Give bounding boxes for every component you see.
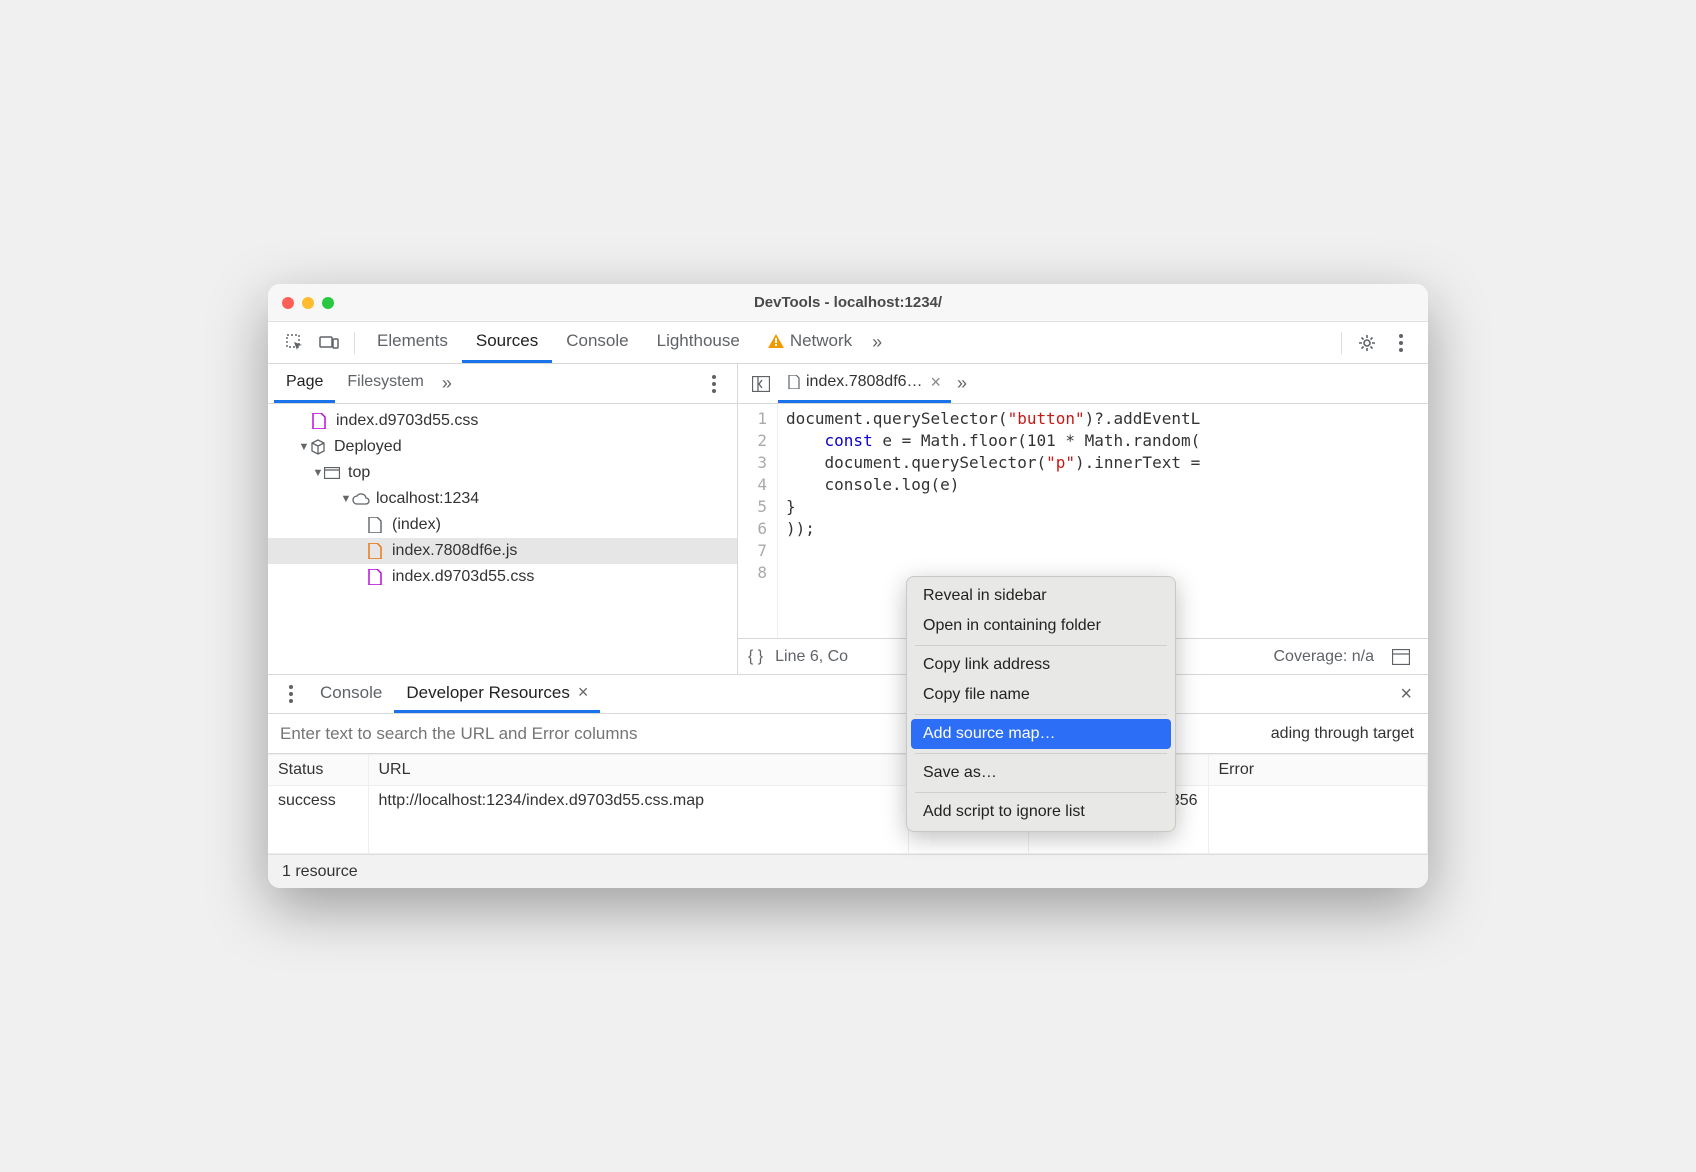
drawer-kebab-icon[interactable] xyxy=(280,683,302,705)
frame-icon xyxy=(324,467,342,479)
inspect-element-icon[interactable] xyxy=(284,332,306,354)
resource-count: 1 resource xyxy=(282,863,358,881)
toggle-navigator-icon[interactable] xyxy=(750,373,772,395)
tree-label: index.d9703d55.css xyxy=(392,568,534,586)
tree-label: (index) xyxy=(392,516,441,534)
drawer-search-row: ading through target xyxy=(268,714,1428,754)
cm-separator xyxy=(915,753,1167,754)
drawer-loading-label: ading through target xyxy=(1257,725,1428,743)
table-row[interactable]: success http://localhost:1234/index.d970… xyxy=(268,786,1428,854)
cube-icon xyxy=(310,439,328,455)
drawer-tab-console[interactable]: Console xyxy=(308,675,394,713)
file-icon xyxy=(788,375,800,389)
cm-reveal-in-sidebar[interactable]: Reveal in sidebar xyxy=(907,581,1175,611)
maximize-window-button[interactable] xyxy=(322,297,334,309)
navigator-panel: Page Filesystem » index.d9703d55.css ▼ D… xyxy=(268,364,738,674)
chevron-down-icon: ▼ xyxy=(298,441,310,453)
tab-network-label: Network xyxy=(790,331,852,351)
main-tab-strip: Elements Sources Console Lighthouse Netw… xyxy=(268,322,1428,364)
drawer-status-bar: 1 resource xyxy=(268,854,1428,888)
editor-tab-filename: index.7808df6… xyxy=(806,373,923,391)
tree-file-index[interactable]: (index) xyxy=(268,512,737,538)
drawer-tab-strip: Console Developer Resources × × xyxy=(268,674,1428,714)
table-header-row: Status URL Error xyxy=(268,755,1428,786)
file-js-icon xyxy=(368,543,386,559)
col-error[interactable]: Error xyxy=(1208,755,1428,786)
cm-separator xyxy=(915,714,1167,715)
window-title: DevTools - localhost:1234/ xyxy=(268,294,1428,311)
cm-save-as[interactable]: Save as… xyxy=(907,758,1175,788)
editor-gutter: 1 2 3 4 5 6 7 8 xyxy=(738,404,778,638)
resources-table: Status URL Error success http://localhos… xyxy=(268,754,1428,854)
navigator-tabs: Page Filesystem » xyxy=(268,364,737,404)
tab-elements[interactable]: Elements xyxy=(363,322,462,363)
tree-label: top xyxy=(348,464,370,482)
cm-copy-link-address[interactable]: Copy link address xyxy=(907,650,1175,680)
drawer-tab-close-icon[interactable]: × xyxy=(578,682,589,703)
tree-file-css-top[interactable]: index.d9703d55.css xyxy=(268,408,737,434)
coverage-status: Coverage: n/a xyxy=(1273,648,1374,666)
device-toolbar-icon[interactable] xyxy=(318,332,340,354)
tree-label: index.7808df6e.js xyxy=(392,542,517,560)
divider xyxy=(354,332,355,354)
cm-open-containing-folder[interactable]: Open in containing folder xyxy=(907,611,1175,641)
cm-copy-file-name[interactable]: Copy file name xyxy=(907,680,1175,710)
tab-console[interactable]: Console xyxy=(552,322,642,363)
tab-network[interactable]: Network xyxy=(754,322,866,363)
tree-label: localhost:1234 xyxy=(376,490,479,508)
tree-label: Deployed xyxy=(334,438,402,456)
nav-kebab-icon[interactable] xyxy=(703,373,725,395)
warning-icon xyxy=(768,334,784,348)
tree-label: index.d9703d55.css xyxy=(336,412,478,430)
close-window-button[interactable] xyxy=(282,297,294,309)
drawer-body: ading through target Status URL Error su… xyxy=(268,714,1428,854)
col-status[interactable]: Status xyxy=(268,755,368,786)
col-url[interactable]: URL xyxy=(368,755,908,786)
cell-url: http://localhost:1234/index.d9703d55.css… xyxy=(368,786,908,854)
sidebar-toggle-icon[interactable] xyxy=(1390,646,1412,668)
more-tabs-chevron[interactable]: » xyxy=(866,332,888,353)
chevron-down-icon: ▼ xyxy=(312,467,324,479)
tree-domain[interactable]: ▼ localhost:1234 xyxy=(268,486,737,512)
file-tree: index.d9703d55.css ▼ Deployed ▼ top ▼ lo… xyxy=(268,404,737,674)
drawer-close-icon[interactable]: × xyxy=(1400,683,1412,706)
kebab-menu-icon[interactable] xyxy=(1390,332,1412,354)
tab-sources[interactable]: Sources xyxy=(462,322,552,363)
editor-tab-close-icon[interactable]: × xyxy=(931,372,942,393)
divider xyxy=(1341,332,1342,354)
devtools-window: DevTools - localhost:1234/ Elements Sour… xyxy=(268,284,1428,888)
cm-add-source-map[interactable]: Add source map… xyxy=(911,719,1171,749)
nav-more-chevron[interactable]: » xyxy=(436,373,458,394)
minimize-window-button[interactable] xyxy=(302,297,314,309)
drawer-tab-developer-resources[interactable]: Developer Resources × xyxy=(394,675,600,713)
cm-add-to-ignore-list[interactable]: Add script to ignore list xyxy=(907,797,1175,827)
chevron-down-icon: ▼ xyxy=(340,493,352,505)
drawer-tab-label: Developer Resources xyxy=(406,683,569,703)
settings-icon[interactable] xyxy=(1356,332,1378,354)
cloud-icon xyxy=(352,493,370,505)
traffic-lights xyxy=(282,297,334,309)
editor-more-tabs-chevron[interactable]: » xyxy=(951,373,973,394)
tree-file-css[interactable]: index.d9703d55.css xyxy=(268,564,737,590)
tab-lighthouse[interactable]: Lighthouse xyxy=(643,322,754,363)
cursor-position: Line 6, Co xyxy=(775,648,848,666)
tree-deployed[interactable]: ▼ Deployed xyxy=(268,434,737,460)
content-area: Page Filesystem » index.d9703d55.css ▼ D… xyxy=(268,364,1428,674)
cell-error xyxy=(1208,786,1428,854)
titlebar: DevTools - localhost:1234/ xyxy=(268,284,1428,322)
nav-tab-filesystem[interactable]: Filesystem xyxy=(335,364,435,403)
file-css-icon xyxy=(312,413,330,429)
editor-tabs: index.7808df6… × » xyxy=(738,364,1428,404)
file-css-icon xyxy=(368,569,386,585)
context-menu: Reveal in sidebar Open in containing fol… xyxy=(906,576,1176,832)
cell-status: success xyxy=(268,786,368,854)
pretty-print-icon[interactable]: { } xyxy=(748,648,763,666)
tree-top[interactable]: ▼ top xyxy=(268,460,737,486)
cm-separator xyxy=(915,792,1167,793)
nav-tab-page[interactable]: Page xyxy=(274,364,335,403)
editor-tab-active[interactable]: index.7808df6… × xyxy=(778,364,951,403)
file-icon xyxy=(368,517,386,533)
tree-file-js[interactable]: index.7808df6e.js xyxy=(268,538,737,564)
cm-separator xyxy=(915,645,1167,646)
